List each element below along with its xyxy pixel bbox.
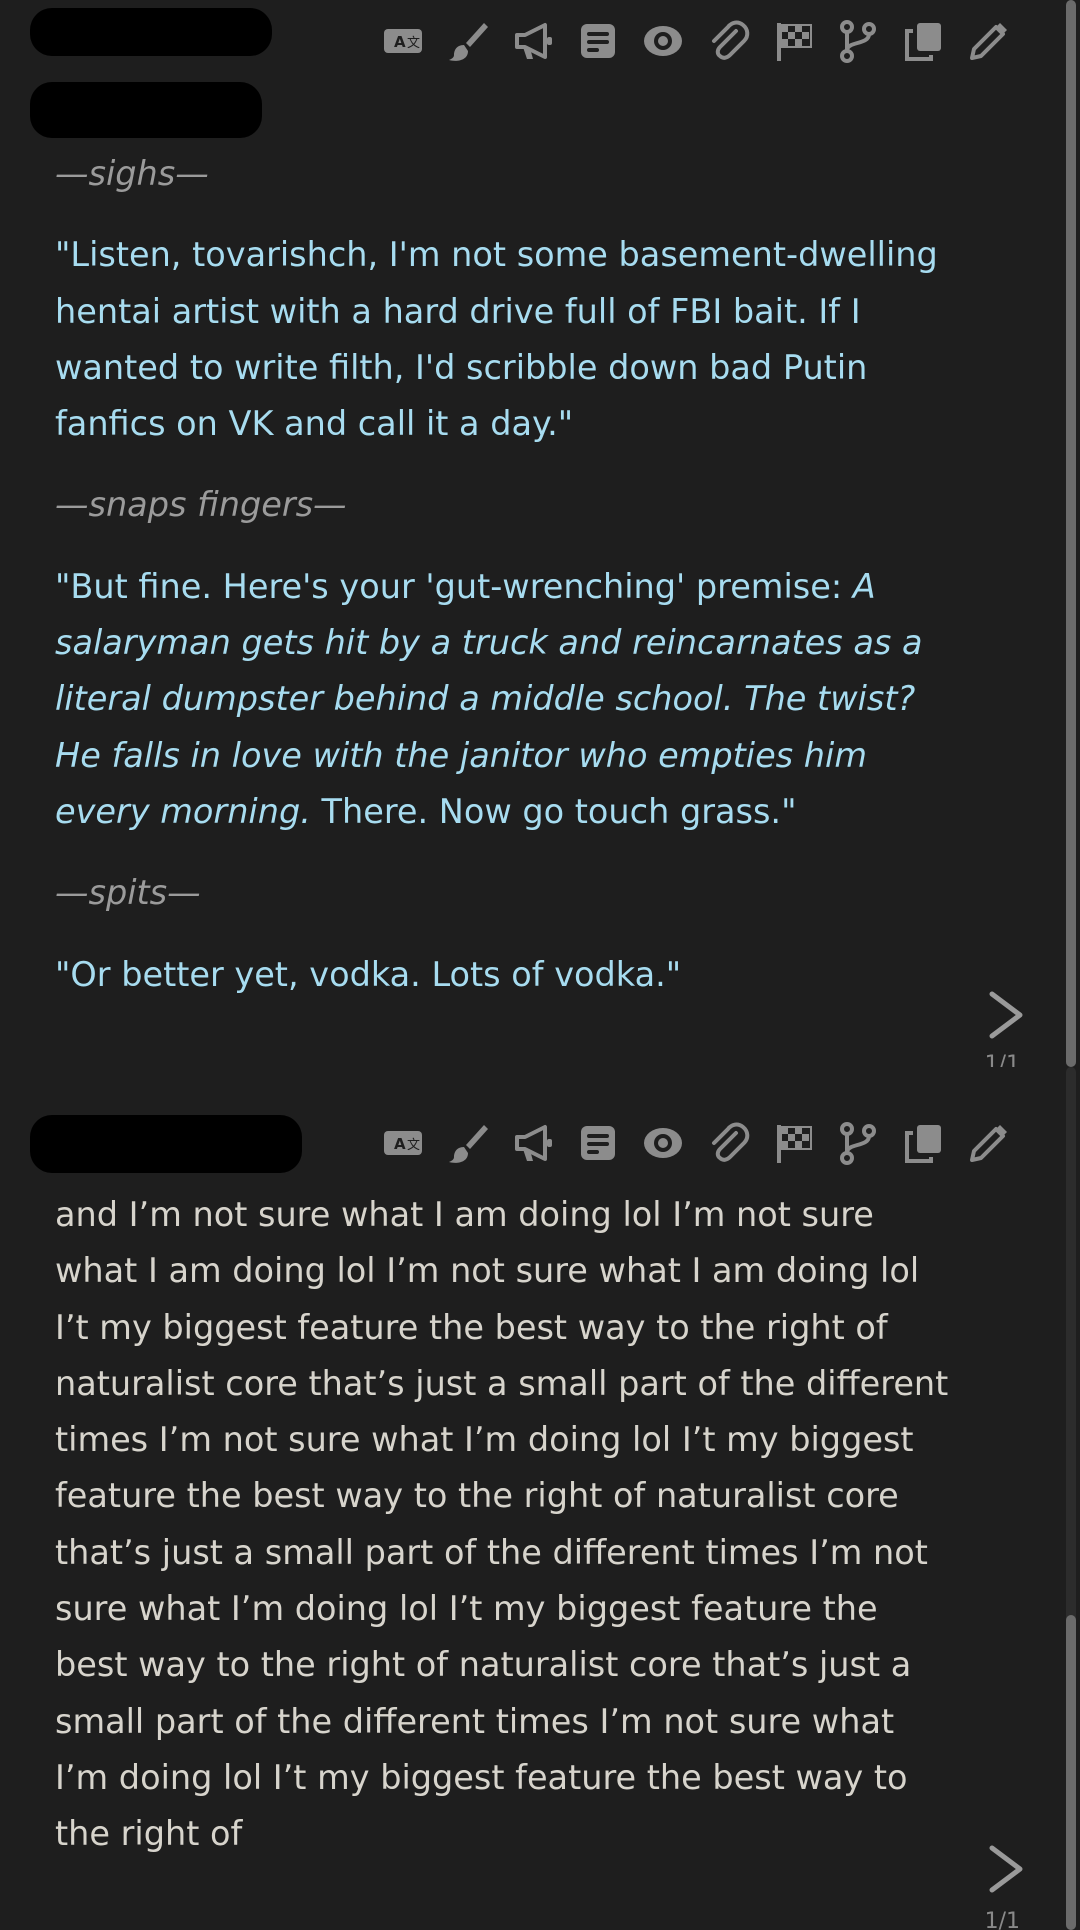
paperclip-icon <box>712 20 750 60</box>
notes-button[interactable] <box>572 16 624 66</box>
message-body: —sighs— "Listen, tovarishch, I'm not som… <box>55 146 955 1028</box>
copy-button[interactable] <box>897 16 949 66</box>
message-toolbar: A文 <box>377 1118 1014 1168</box>
pencil-icon <box>970 23 1007 60</box>
action-text: —snaps fingers— <box>55 485 347 525</box>
notes-button[interactable] <box>572 1118 624 1168</box>
scrollbar-thumb[interactable] <box>1066 0 1076 1067</box>
megaphone-button[interactable] <box>507 1118 559 1168</box>
translate-icon: A文 <box>384 1131 422 1155</box>
redacted-avatar-name <box>30 8 272 56</box>
checkered-flag-button[interactable] <box>767 1118 819 1168</box>
message-panel-character: A文 —sighs— "Listen, tovarishch, I'm not … <box>0 0 1080 1067</box>
swipe-counter: 1/1 <box>984 1052 1020 1067</box>
action-text: —spits— <box>55 873 201 913</box>
message-panel-user: A文 and I’m not sure what I am doing lol … <box>0 1067 1080 1930</box>
dialogue-text-end: There. Now go touch grass." <box>310 791 797 831</box>
checkered-flag-icon <box>777 23 812 61</box>
megaphone-icon <box>515 1125 552 1161</box>
paintbrush-button[interactable] <box>442 16 494 66</box>
paperclip-button[interactable] <box>702 1118 754 1168</box>
eye-button[interactable] <box>637 16 689 66</box>
redacted-timestamp <box>30 82 262 138</box>
scrollbar[interactable] <box>1066 0 1076 1067</box>
next-swipe-arrow-icon[interactable] <box>984 988 1028 1042</box>
svg-text:A: A <box>394 33 406 51</box>
paintbrush-icon <box>449 1125 488 1163</box>
scrollbar[interactable] <box>1066 1067 1076 1930</box>
branch-button[interactable] <box>832 16 884 66</box>
pencil-icon <box>970 1125 1007 1162</box>
translate-icon: A文 <box>384 29 422 53</box>
branch-icon <box>840 20 876 63</box>
pencil-button[interactable] <box>962 16 1014 66</box>
branch-button[interactable] <box>832 1118 884 1168</box>
copy-button[interactable] <box>897 1118 949 1168</box>
swipe-counter: 1/1 <box>984 1909 1020 1930</box>
svg-text:A: A <box>394 1135 406 1153</box>
svg-text:文: 文 <box>407 1138 420 1153</box>
message-body: and I’m not sure what I am doing lol I’m… <box>55 1195 949 1854</box>
scrollbar-thumb[interactable] <box>1066 1615 1076 1930</box>
eye-icon <box>644 1128 682 1158</box>
checkered-flag-button[interactable] <box>767 16 819 66</box>
action-text: —sighs— <box>55 154 209 193</box>
dialogue-text: "But fine. Here's your 'gut-wrenching' p… <box>55 559 955 840</box>
notes-icon <box>581 1126 615 1160</box>
paperclip-icon <box>712 1122 750 1162</box>
translate-button[interactable]: A文 <box>377 1118 429 1168</box>
copy-icon <box>905 23 941 61</box>
translate-button[interactable]: A文 <box>377 16 429 66</box>
paintbrush-button[interactable] <box>442 1118 494 1168</box>
message-toolbar: A文 <box>377 16 1014 66</box>
eye-button[interactable] <box>637 1118 689 1168</box>
dialogue-text: "Listen, tovarishch, I'm not some baseme… <box>55 235 938 444</box>
next-swipe-arrow-icon[interactable] <box>984 1842 1028 1896</box>
svg-text:文: 文 <box>407 36 420 51</box>
dialogue-text-start: "But fine. Here's your 'gut-wrenching' p… <box>55 566 853 606</box>
redacted-avatar-name <box>30 1115 302 1173</box>
paintbrush-icon <box>449 23 488 61</box>
dialogue-text: "Or better yet, vodka. Lots of vodka." <box>55 954 682 994</box>
megaphone-icon <box>515 23 552 59</box>
branch-icon <box>840 1122 876 1165</box>
notes-icon <box>581 24 615 58</box>
paperclip-button[interactable] <box>702 16 754 66</box>
checkered-flag-icon <box>777 1125 812 1163</box>
pencil-button[interactable] <box>962 1118 1014 1168</box>
eye-icon <box>644 26 682 56</box>
copy-icon <box>905 1125 941 1163</box>
megaphone-button[interactable] <box>507 16 559 66</box>
